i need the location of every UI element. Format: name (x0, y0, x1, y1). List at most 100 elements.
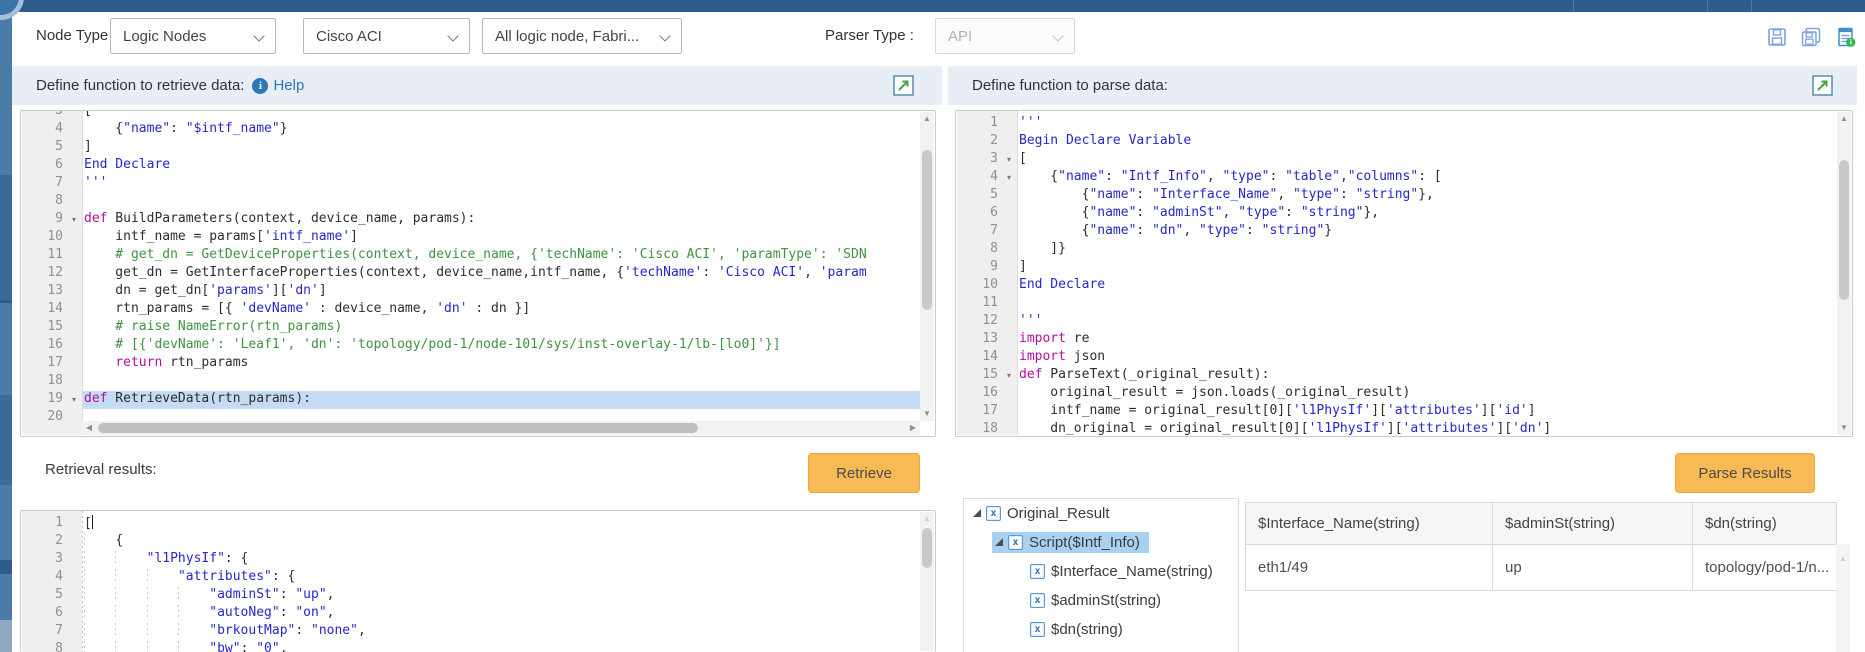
fold-marker (1001, 133, 1017, 151)
code-line[interactable]: 18 dn_original = original_result[0]['l1P… (957, 421, 1851, 435)
parse-code-editor[interactable]: 1'''2Begin Declare Variable3▾[4▾ {"name"… (955, 110, 1853, 437)
code-line[interactable]: 14import json (957, 349, 1851, 367)
code-line[interactable]: 3 "l1PhysIf": { (22, 551, 934, 569)
code-line[interactable]: 9] (957, 259, 1851, 277)
fold-marker (1001, 259, 1017, 277)
report-info-icon[interactable] (1835, 26, 1857, 48)
parse-panel-header: Define function to parse data: (948, 66, 1857, 105)
tree-node--adminst-string-[interactable]: x$adminSt(string) (964, 586, 1238, 615)
code-line[interactable]: 5 "adminSt": "up", (22, 587, 934, 605)
code-line[interactable]: 16 original_result = json.loads(_origina… (957, 385, 1851, 403)
code-line[interactable]: 18 (22, 373, 934, 391)
help-link[interactable]: Help (273, 77, 304, 94)
line-number: 9 (22, 211, 66, 229)
code-line[interactable]: 12''' (957, 313, 1851, 331)
code-line[interactable]: 14 rtn_params = [{ 'devName' : device_na… (22, 301, 934, 319)
code-line[interactable]: 7''' (22, 175, 934, 193)
retrieve-code-editor[interactable]: 3[4 {"name": "$intf_name"}5]6End Declare… (20, 110, 936, 437)
fold-marker (1001, 331, 1017, 349)
code-line[interactable]: 5] (22, 139, 934, 157)
tree-expand-icon[interactable] (995, 538, 1003, 546)
line-number: 10 (957, 277, 1001, 295)
fold-marker (1001, 295, 1017, 313)
retrieve-button[interactable]: Retrieve (808, 453, 920, 493)
code-line[interactable]: 17 return rtn_params (22, 355, 934, 373)
fold-marker (66, 175, 82, 193)
fold-marker (66, 229, 82, 247)
tree-node-original-result[interactable]: xOriginal_Result (964, 499, 1238, 528)
code-line[interactable]: 6 "autoNeg": "on", (22, 605, 934, 623)
code-line[interactable]: 3▾[ (957, 151, 1851, 169)
code-line[interactable]: 9▾def BuildParameters(context, device_na… (22, 211, 934, 229)
fold-marker (66, 373, 82, 391)
fold-marker[interactable]: ▾ (66, 391, 82, 409)
line-number: 14 (957, 349, 1001, 367)
table-column-header: $Interface_Name(string) (1246, 503, 1493, 545)
code-line[interactable]: 5 {"name": "Interface_Name", "type": "st… (957, 187, 1851, 205)
code-line[interactable]: 12 get_dn = GetInterfaceProperties(conte… (22, 265, 934, 283)
code-line[interactable]: 16 # [{'devName': 'Leaf1', 'dn': 'topolo… (22, 337, 934, 355)
tree-node--dn-string-[interactable]: x$dn(string) (964, 615, 1238, 644)
code-line[interactable]: 2 { (22, 533, 934, 551)
line-number: 8 (22, 641, 66, 652)
code-line[interactable]: 7 "brkoutMap": "none", (22, 623, 934, 641)
fold-marker[interactable]: ▾ (1001, 367, 1017, 385)
fold-marker (66, 409, 82, 427)
results-editor-vscrollbar[interactable]: ▲ (920, 512, 934, 651)
code-line[interactable]: 2Begin Declare Variable (957, 133, 1851, 151)
parse-editor-vscrollbar[interactable]: ▲ ▼ (1837, 112, 1851, 435)
code-line[interactable]: 10End Declare (957, 277, 1851, 295)
save-as-icon[interactable] (1800, 26, 1822, 48)
code-line[interactable]: 11 # get_dn = GetDeviceProperties(contex… (22, 247, 934, 265)
code-line[interactable]: 3[ (22, 111, 934, 121)
fold-marker (66, 569, 82, 587)
code-line[interactable]: 1''' (957, 115, 1851, 133)
tree-node-script-intf-info-[interactable]: xScript($Intf_Info) (964, 528, 1238, 557)
code-line[interactable]: 11 (957, 295, 1851, 313)
code-line[interactable]: 8 "bw": "0", (22, 641, 934, 652)
tree-expand-icon[interactable] (973, 509, 981, 517)
table-cell: up (1493, 545, 1693, 591)
fold-marker (1001, 115, 1017, 133)
code-line[interactable]: 7 {"name": "dn", "type": "string"} (957, 223, 1851, 241)
save-icon[interactable] (1766, 26, 1788, 48)
expand-parse-editor-icon[interactable] (1812, 75, 1833, 96)
code-line[interactable]: 15 # raise NameError(rtn_params) (22, 319, 934, 337)
code-line[interactable]: 8 (22, 193, 934, 211)
code-line[interactable]: 4 {"name": "$intf_name"} (22, 121, 934, 139)
tree-node--interface-name-string-[interactable]: x$Interface_Name(string) (964, 557, 1238, 586)
node-type-dropdown[interactable]: Logic Nodes (110, 18, 276, 54)
fold-marker[interactable]: ▾ (1001, 169, 1017, 187)
chevron-down-icon (1052, 30, 1063, 41)
fold-marker[interactable]: ▾ (1001, 151, 1017, 169)
retrieve-panel-title: Define function to retrieve data: (36, 77, 244, 94)
code-line[interactable]: 13import re (957, 331, 1851, 349)
code-line[interactable]: 1[ (22, 515, 934, 533)
retrieval-results-editor[interactable]: 1[2 {3 "l1PhysIf": {4 "attributes": {5 "… (20, 510, 936, 652)
expand-retrieve-editor-icon[interactable] (893, 75, 914, 96)
table-row[interactable]: eth1/49uptopology/pod-1/n... (1246, 545, 1837, 591)
scope-dropdown[interactable]: All logic node, Fabri... (482, 18, 682, 54)
code-line[interactable]: 15▾def ParseText(_original_result): (957, 367, 1851, 385)
fold-marker (1001, 205, 1017, 223)
code-line[interactable]: 4▾ {"name": "Intf_Info", "type": "table"… (957, 169, 1851, 187)
code-line[interactable]: 8 ]} (957, 241, 1851, 259)
parser-type-dropdown[interactable]: API (935, 18, 1075, 54)
code-line[interactable]: 19▾def RetrieveData(rtn_params): (22, 391, 934, 409)
code-line[interactable]: 6 {"name": "adminSt", "type": "string"}, (957, 205, 1851, 223)
retrieve-editor-hscrollbar[interactable]: ◀ ▶ (82, 421, 920, 435)
code-line[interactable]: 13 dn = get_dn['params']['dn'] (22, 283, 934, 301)
code-line[interactable]: 6End Declare (22, 157, 934, 175)
fold-marker[interactable]: ▾ (66, 211, 82, 229)
fold-marker (66, 605, 82, 623)
table-vscrollbar[interactable]: ▲ (1836, 544, 1850, 652)
code-line[interactable]: 4 "attributes": { (22, 569, 934, 587)
code-line[interactable]: 17 intf_name = original_result[0]['l1Phy… (957, 403, 1851, 421)
line-number: 7 (22, 175, 66, 193)
parse-results-button[interactable]: Parse Results (1675, 453, 1815, 493)
line-number: 17 (957, 403, 1001, 421)
retrieve-editor-vscrollbar[interactable]: ▲ ▼ (920, 112, 934, 421)
code-line[interactable]: 10 intf_name = params['intf_name'] (22, 229, 934, 247)
variable-icon: x (1008, 535, 1023, 550)
technology-dropdown[interactable]: Cisco ACI (303, 18, 470, 54)
